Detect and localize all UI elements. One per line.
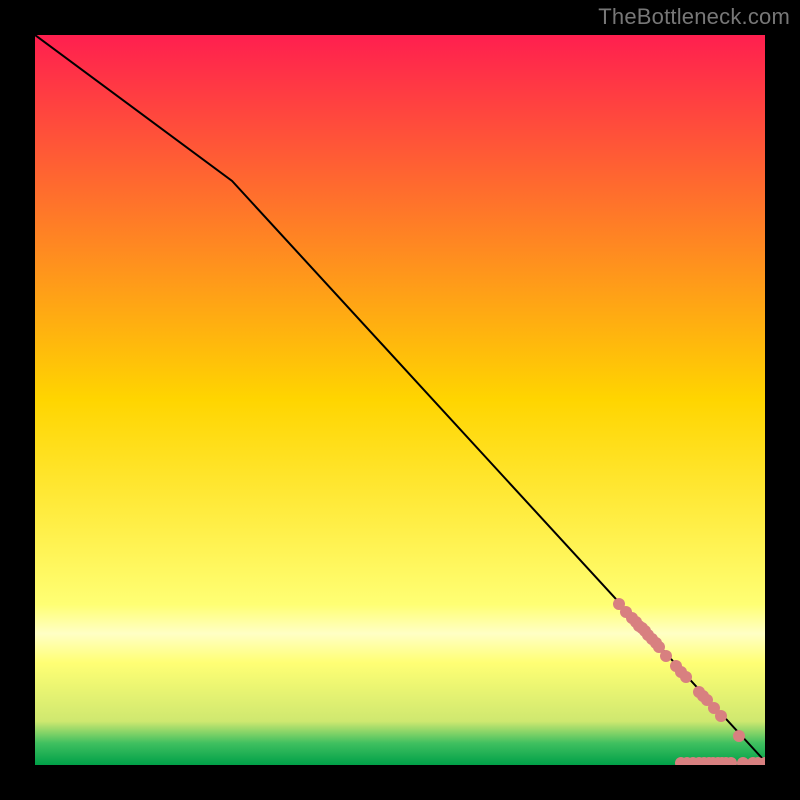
chart-frame: TheBottleneck.com xyxy=(0,0,800,800)
plot-area xyxy=(35,35,765,765)
curve-layer xyxy=(35,35,765,765)
data-marker xyxy=(759,757,765,765)
data-marker xyxy=(660,650,672,662)
attribution-text: TheBottleneck.com xyxy=(598,4,790,30)
